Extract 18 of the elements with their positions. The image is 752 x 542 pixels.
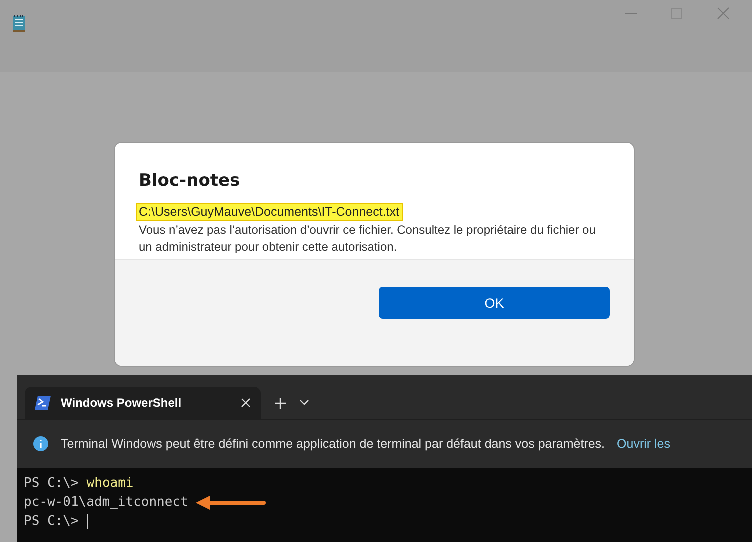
file-path: C:\Users\GuyMauve\Documents\IT-Connect.txt <box>137 204 402 220</box>
dialog-title: Bloc-notes <box>139 171 242 191</box>
prompt-text: PS C:\> <box>24 513 79 531</box>
command-text: whoami <box>86 475 134 493</box>
info-message: Terminal Windows peut être défini comme application de terminal par défaut dans vos paramètres. <box>61 437 606 451</box>
error-message: Vous n’avez pas l’autorisation d’ouvrir ce fichier. Consultez le propriétaire du fichier ou un administrateur pour obtenir cette autorisation. <box>139 222 597 256</box>
ok-button[interactable]: OK <box>379 287 610 319</box>
tab-title: Windows PowerShell <box>61 396 183 410</box>
output-text: pc-w-01\adm_itconnect <box>24 494 188 512</box>
new-tab-icon[interactable] <box>275 398 286 408</box>
powershell-icon <box>35 396 51 410</box>
close-icon[interactable] <box>241 398 251 408</box>
settings-link[interactable]: Ouvrir les <box>617 437 671 451</box>
prompt-text: PS C:\> <box>24 475 79 493</box>
info-icon <box>33 436 49 452</box>
chevron-down-icon[interactable] <box>300 400 309 406</box>
notepad-icon <box>12 14 26 33</box>
terminal-tab[interactable]: Windows PowerShell <box>25 387 261 419</box>
